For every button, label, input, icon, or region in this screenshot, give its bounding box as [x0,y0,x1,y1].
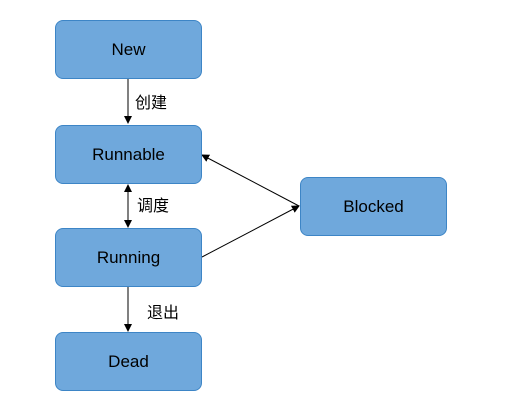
node-dead-label: Dead [108,351,149,371]
node-runnable-label: Runnable [92,144,165,164]
node-blocked-label: Blocked [343,196,404,216]
node-blocked: Blocked [300,177,447,236]
node-running: Running [55,228,202,287]
node-new: New [55,20,202,79]
edge-label-exit: 退出 [147,303,180,322]
edge-label-create: 创建 [135,93,168,112]
node-dead: Dead [55,332,202,391]
node-new-label: New [111,39,146,59]
edge-label-schedule: 调度 [137,196,170,215]
node-running-label: Running [96,247,161,267]
node-runnable: Runnable [55,125,202,184]
edge-blocked-to-runnable [201,154,300,207]
edge-running-to-blocked [201,205,300,258]
